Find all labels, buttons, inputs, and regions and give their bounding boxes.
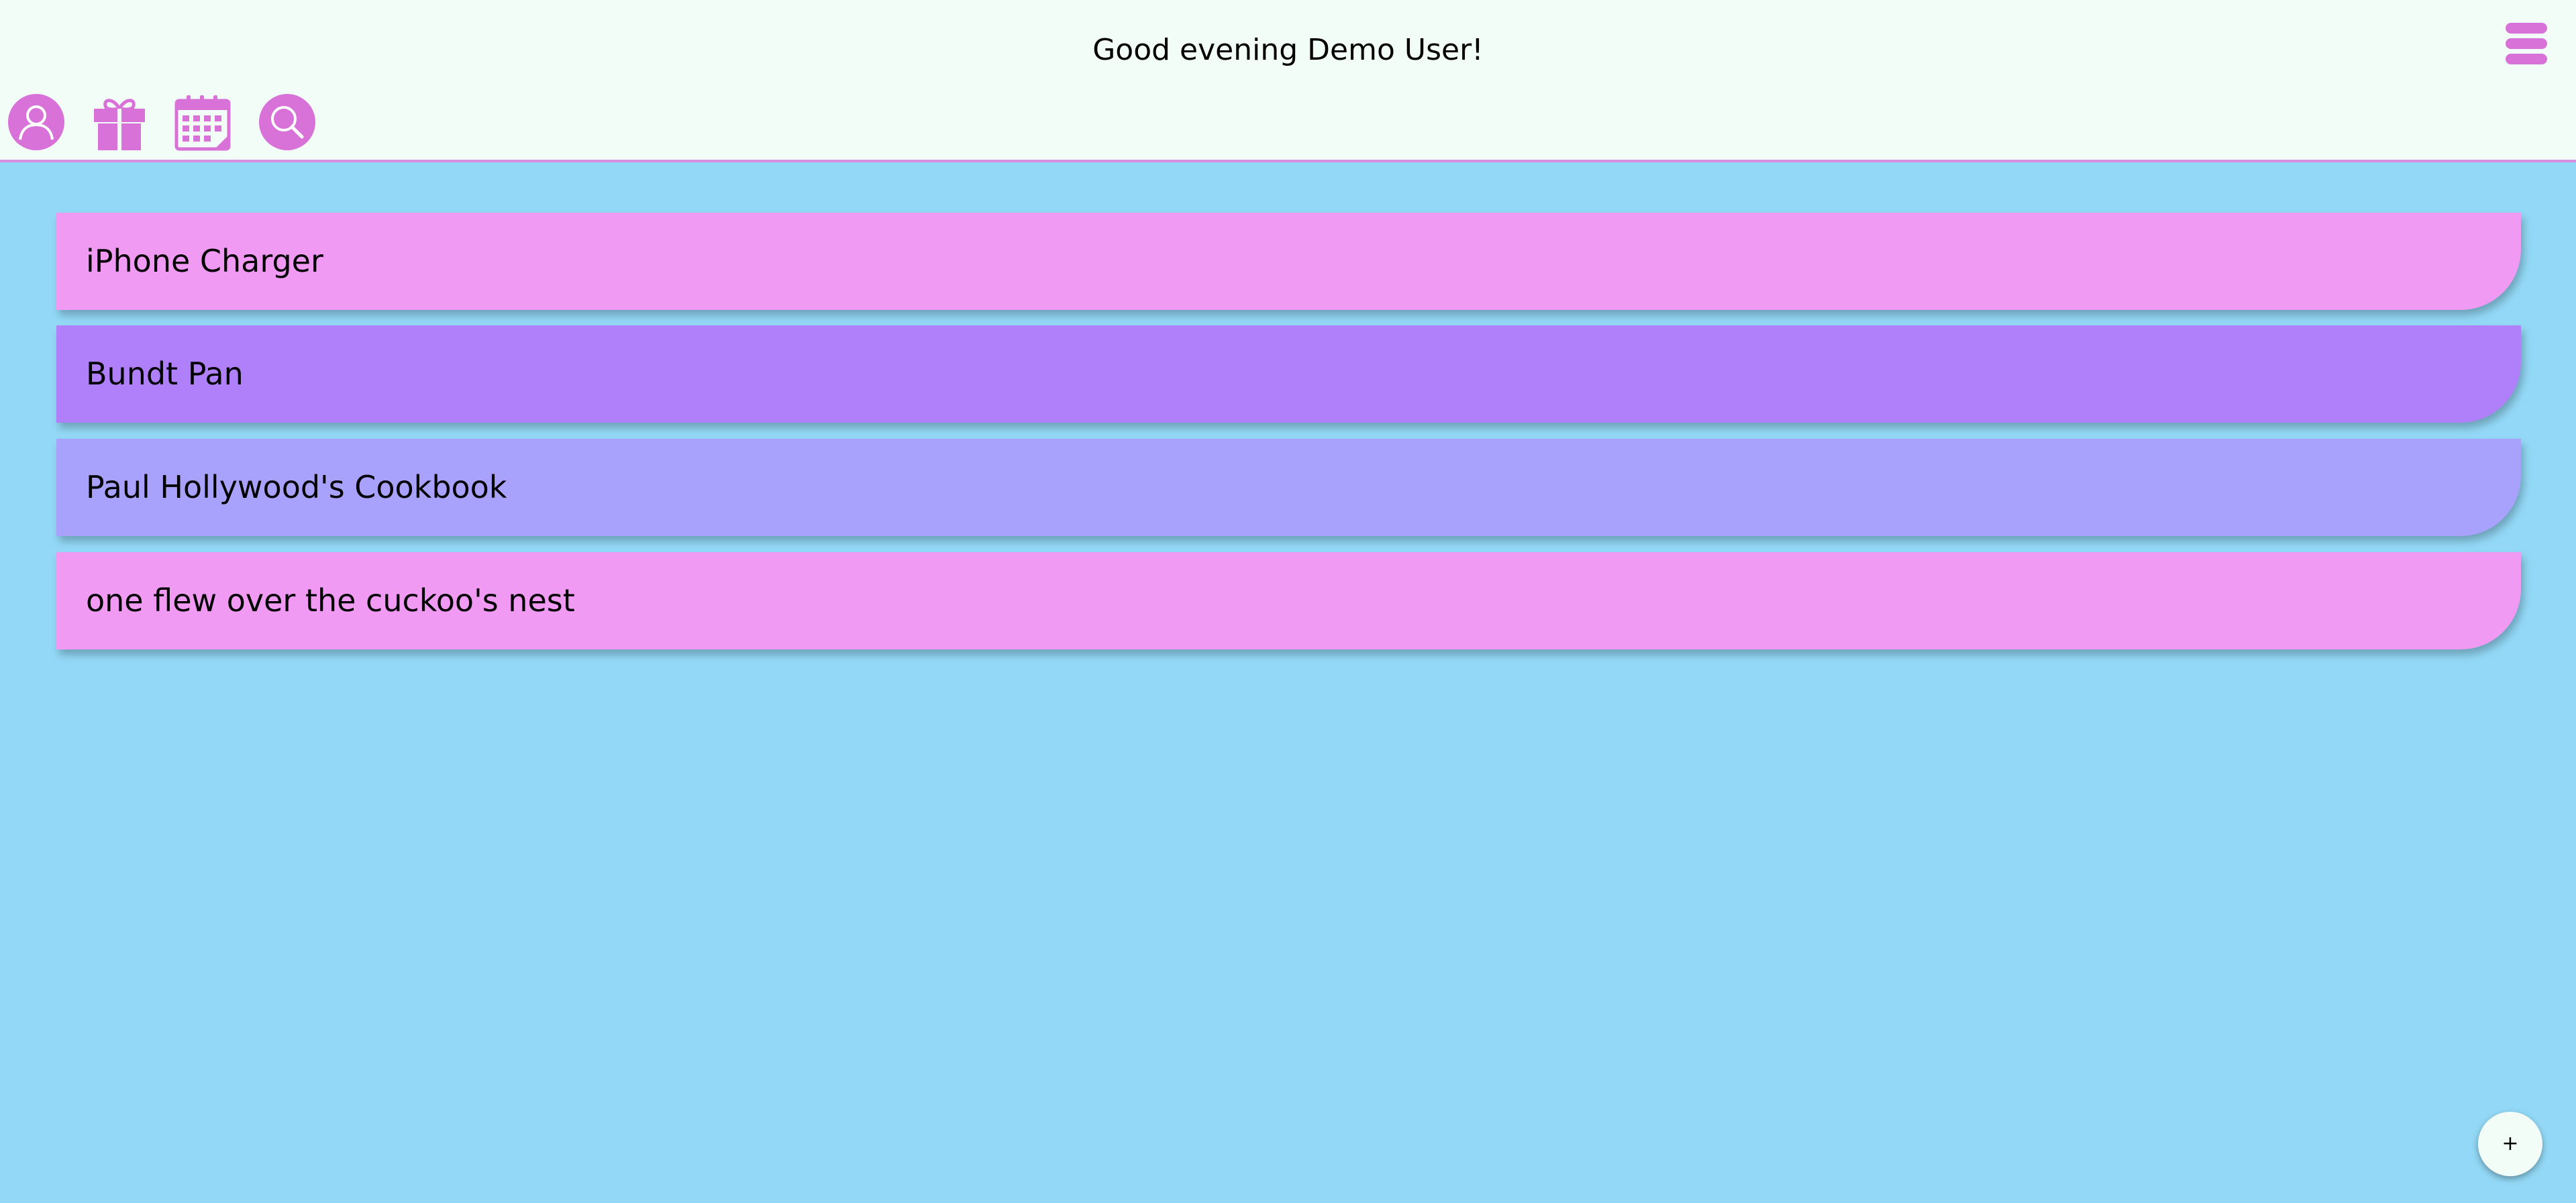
calendar-icon[interactable]: [173, 93, 232, 152]
list-item[interactable]: one flew over the cuckoo's nest: [56, 552, 2521, 649]
hamburger-menu-icon[interactable]: [2503, 20, 2550, 67]
list-item[interactable]: iPhone Charger: [56, 213, 2521, 310]
add-item-button[interactable]: +: [2478, 1112, 2542, 1176]
item-label: iPhone Charger: [86, 243, 323, 279]
gift-icon[interactable]: [90, 93, 149, 152]
item-label: Paul Hollywood's Cookbook: [86, 469, 507, 505]
list-item[interactable]: Paul Hollywood's Cookbook: [56, 439, 2521, 536]
header: Good evening Demo User!: [0, 0, 2576, 162]
search-icon[interactable]: [258, 93, 317, 152]
list-item[interactable]: Bundt Pan: [56, 325, 2521, 423]
item-label: Bundt Pan: [86, 356, 244, 392]
greeting-title: Good evening Demo User!: [1092, 33, 1484, 67]
item-label: one flew over the cuckoo's nest: [86, 582, 575, 619]
user-profile-icon[interactable]: [7, 93, 66, 152]
